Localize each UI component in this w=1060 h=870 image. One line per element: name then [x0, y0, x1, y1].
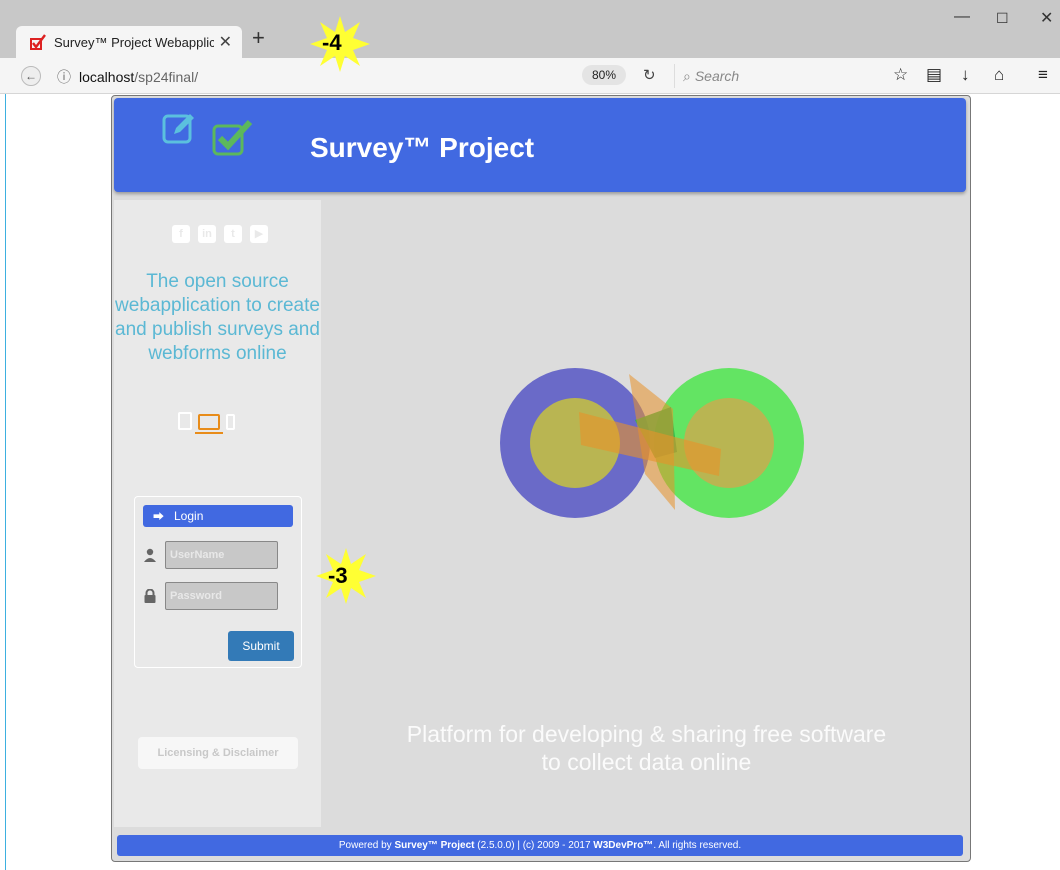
username-row: UserName	[143, 541, 278, 569]
search-icon: ⌕	[683, 68, 691, 84]
reading-list-icon[interactable]: ▤	[926, 65, 942, 85]
login-heading-label: Login	[174, 509, 204, 523]
platform-line1: Platform for developing & sharing free s…	[406, 721, 887, 747]
browser-tab[interactable]: Survey™ Project Webapplica ✕	[16, 26, 242, 58]
edit-logo-icon	[162, 114, 194, 144]
site-title: Survey™ Project	[310, 132, 535, 163]
annotation-label-mid: -3	[328, 563, 348, 588]
sidebar: f in t ▶ The open source webapplication …	[114, 200, 321, 827]
checkbox-favicon-icon	[30, 34, 46, 50]
search-placeholder: Search	[694, 68, 740, 84]
url-host: localhost	[79, 69, 135, 85]
footer-version: (2.5.0.0) | (c) 2009 - 2017	[474, 840, 594, 851]
hero-logo-graphic	[500, 368, 804, 518]
tablet-icon	[178, 412, 192, 430]
footer-company: W3DevPro™	[593, 840, 654, 851]
bookmark-star-icon[interactable]: ☆	[893, 65, 908, 85]
viewport-edge	[0, 94, 6, 870]
platform-text: Platform for developing & sharing free s…	[321, 720, 970, 776]
annotation-label-top: -4	[322, 30, 342, 55]
search-input[interactable]: ⌕ Search	[674, 64, 884, 88]
username-field[interactable]: UserName	[165, 541, 278, 569]
main-content: Platform for developing & sharing free s…	[321, 200, 970, 827]
lock-icon	[144, 589, 156, 603]
check-logo-icon	[212, 119, 253, 156]
page-container: Survey™ Project f in t ▶ The open source…	[111, 95, 971, 862]
login-panel: ⮕ Login UserName Password Submit	[134, 496, 302, 668]
user-icon	[144, 548, 156, 562]
close-window-icon[interactable]: ✕	[1040, 8, 1053, 28]
login-heading: ⮕ Login	[143, 505, 293, 527]
maximize-icon[interactable]: ☐	[996, 10, 1009, 27]
submit-button[interactable]: Submit	[228, 631, 294, 661]
footer-product: Survey™ Project	[394, 840, 475, 851]
back-arrow-icon[interactable]: ←	[21, 66, 41, 86]
address-bar[interactable]: ⓘ localhost/sp24final/	[57, 67, 198, 87]
tagline: The open source webapplication to create…	[115, 271, 320, 364]
footer-suffix: . All rights reserved.	[653, 840, 742, 851]
footer-prefix: Powered by	[338, 840, 395, 851]
password-row: Password	[143, 582, 278, 610]
home-icon[interactable]: ⌂	[994, 65, 1004, 85]
device-icons	[178, 412, 235, 434]
browser-toolbar: ← ⓘ localhost/sp24final/ 80% ↻ ⌕ Search ☆ …	[0, 58, 1060, 94]
password-field[interactable]: Password	[165, 582, 278, 610]
zoom-badge[interactable]: 80%	[582, 65, 627, 85]
tab-close-icon[interactable]: ✕	[219, 32, 232, 52]
linkedin-icon[interactable]: in	[198, 225, 216, 243]
url-path: /sp24final/	[134, 69, 199, 85]
social-links: f in t ▶	[172, 225, 268, 243]
laptop-icon	[195, 414, 223, 434]
platform-line2: to collect data online	[541, 749, 752, 775]
footer: Powered by Survey™ Project (2.5.0.0) | (…	[117, 835, 963, 856]
licensing-button[interactable]: Licensing & Disclaimer	[138, 737, 298, 769]
reload-icon[interactable]: ↻	[643, 66, 656, 84]
browser-titlebar: Survey™ Project Webapplica ✕ + — ☐ ✕	[0, 0, 1060, 58]
tab-title: Survey™ Project Webapplica	[54, 34, 214, 50]
new-tab-button[interactable]: +	[252, 25, 265, 51]
sign-in-icon: ⮕	[153, 511, 164, 523]
menu-icon[interactable]: ≡	[1038, 65, 1048, 85]
phone-icon	[226, 414, 235, 430]
minimize-icon[interactable]: —	[954, 8, 970, 26]
twitter-icon[interactable]: t	[224, 225, 242, 243]
site-header: Survey™ Project	[114, 98, 966, 192]
youtube-icon[interactable]: ▶	[250, 225, 268, 243]
info-icon[interactable]: ⓘ	[57, 69, 71, 85]
facebook-icon[interactable]: f	[172, 225, 190, 243]
download-icon[interactable]: ↓	[961, 65, 970, 85]
